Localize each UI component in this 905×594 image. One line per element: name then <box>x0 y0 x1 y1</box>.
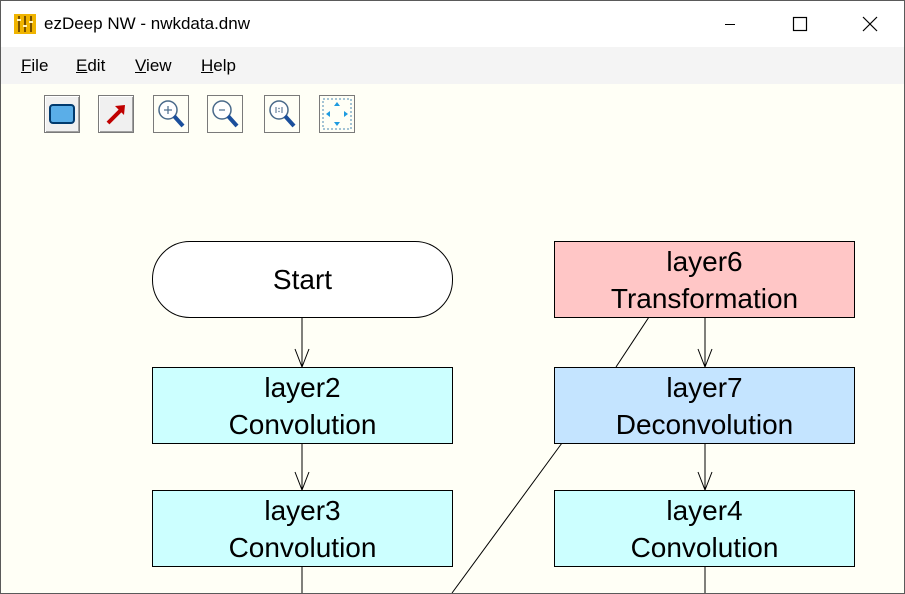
node-layer4[interactable]: layer4 Convolution <box>554 490 855 567</box>
edge-layer2-layer3 <box>294 443 310 492</box>
node-layer2-name: layer2 <box>264 371 341 403</box>
edge-start-layer2 <box>294 317 310 369</box>
zoom-out-button[interactable] <box>207 95 243 133</box>
zoom-in-icon <box>158 100 185 128</box>
node-layer3[interactable]: layer3 Convolution <box>152 490 453 567</box>
app-logo-icon <box>14 14 36 34</box>
node-start-label: Start <box>272 264 333 295</box>
zoom-actual-size-button[interactable] <box>264 95 300 133</box>
edge-layer6-layer7 <box>697 317 713 369</box>
node-start[interactable]: Start <box>152 241 453 318</box>
node-layer4-type: Convolution <box>630 531 779 563</box>
rectangle-tool-button[interactable] <box>44 95 80 133</box>
close-icon <box>862 16 878 32</box>
node-layer6-type: Transformation <box>610 282 799 314</box>
arrow-tool-icon <box>106 105 125 125</box>
menu-edit[interactable]: Edit <box>76 56 105 76</box>
node-layer7[interactable]: layer7 Deconvolution <box>554 367 855 444</box>
node-layer2[interactable]: layer2 Convolution <box>152 367 453 444</box>
node-layer7-type: Deconvolution <box>615 408 794 440</box>
app-window: ezDeep NW - nwkdata.dnw File Edit View H… <box>0 0 905 594</box>
menu-help[interactable]: Help <box>201 56 236 76</box>
zoom-actual-size-icon <box>269 100 296 128</box>
edge-layer7-layer4 <box>697 443 713 492</box>
menu-file[interactable]: File <box>21 56 48 76</box>
diagram-canvas[interactable]: Start layer2 Convolution layer3 Convolut… <box>1 141 904 593</box>
node-layer3-name: layer3 <box>264 494 341 526</box>
arrow-tool-button[interactable] <box>98 95 134 133</box>
minimize-icon <box>725 24 735 25</box>
maximize-button[interactable] <box>765 1 835 47</box>
close-button[interactable] <box>835 1 904 47</box>
menu-bar: File Edit View Help <box>1 47 904 84</box>
minimize-button[interactable] <box>695 1 765 47</box>
node-layer2-type: Convolution <box>228 408 377 440</box>
menu-view[interactable]: View <box>135 56 172 76</box>
fit-to-window-button[interactable] <box>319 95 355 133</box>
node-layer7-name: layer7 <box>666 371 743 403</box>
node-layer6[interactable]: layer6 Transformation <box>554 241 855 318</box>
node-layer3-type: Convolution <box>228 531 377 563</box>
maximize-icon <box>792 16 808 32</box>
zoom-out-icon <box>212 100 239 128</box>
zoom-in-button[interactable] <box>153 95 189 133</box>
title-bar[interactable]: ezDeep NW - nwkdata.dnw <box>1 1 904 47</box>
fit-to-window-icon <box>322 98 352 130</box>
node-layer6-name: layer6 <box>666 245 743 277</box>
window-title: ezDeep NW - nwkdata.dnw <box>44 14 250 33</box>
node-layer4-name: layer4 <box>666 494 743 526</box>
rectangle-tool-icon <box>49 104 75 124</box>
